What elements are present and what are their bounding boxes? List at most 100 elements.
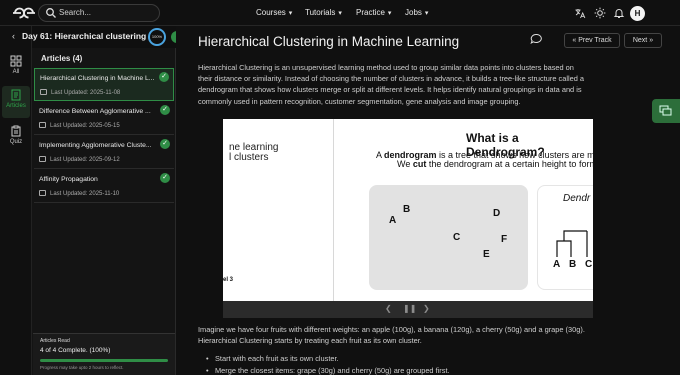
- nav-jobs[interactable]: Jobs ▾: [405, 8, 428, 17]
- chat-float-button[interactable]: [652, 99, 680, 123]
- article-updated: Last Updated: 2025-11-10: [39, 190, 119, 197]
- slide-divider: [333, 119, 334, 301]
- text-line: their distance or similarity. Instead of…: [198, 74, 585, 84]
- calendar-icon: [39, 122, 46, 128]
- article-item-3[interactable]: Implementing Agglomerative Cluste... Las…: [34, 136, 174, 169]
- point-label: F: [501, 234, 508, 245]
- bell-icon[interactable]: [613, 7, 625, 19]
- quiz-icon: [11, 125, 21, 137]
- example-paragraph: Imagine we have four fruits with differe…: [198, 324, 596, 346]
- slide-cut-definition: We cut the dendrogram at a certain heigh…: [397, 159, 593, 169]
- rail-item-all[interactable]: All: [2, 52, 30, 84]
- chevron-down-icon: ▾: [338, 10, 342, 17]
- slide-controls: ❮ ❚❚ ❯: [223, 301, 593, 318]
- logo-icon[interactable]: [12, 5, 36, 21]
- steps-list: Start with each fruit as its own cluster…: [206, 354, 586, 375]
- progress-ring: 100%: [148, 28, 166, 46]
- articles-read-box: Articles Read 4 of 4 Complete. (100%) Pr…: [33, 333, 175, 375]
- article-item-2[interactable]: Difference Between Agglomerative ... Las…: [34, 102, 174, 135]
- nav-practice[interactable]: Practice ▾: [356, 8, 391, 17]
- def2-bold: cut: [412, 159, 427, 169]
- article-updated-text: Last Updated: 2025-09-12: [50, 157, 120, 163]
- search-icon: [46, 8, 56, 18]
- slide-left-line: l clusters: [229, 152, 269, 163]
- check-icon: ✓: [160, 105, 170, 115]
- def2-prefix: We: [397, 159, 413, 169]
- text-line: commonly used in pattern recognition, cu…: [198, 96, 521, 106]
- def-prefix: A: [376, 150, 385, 160]
- articles-read-count: 4 of 4 Complete. (100%): [40, 347, 111, 354]
- search-placeholder: Search...: [59, 8, 92, 17]
- prev-track-label: Prev Track: [578, 37, 612, 44]
- point-label: A: [389, 215, 397, 226]
- icon-rail: All Articles Quiz: [0, 26, 32, 375]
- leaf-label: C: [585, 259, 593, 270]
- def2-rest: the dendrogram at a certain height to fo…: [426, 159, 593, 169]
- leaf-label: B: [569, 259, 577, 270]
- rail-item-quiz[interactable]: Quiz: [2, 122, 30, 154]
- text-line: Hierarchical Clustering starts by treati…: [198, 336, 422, 346]
- double-chevron-left-icon: «: [572, 37, 577, 44]
- calendar-icon: [40, 89, 47, 95]
- article-item-1[interactable]: Hierarchical Clustering in Machine L... …: [34, 68, 174, 101]
- nav-practice-label: Practice: [356, 8, 385, 17]
- next-label: Next: [632, 37, 648, 44]
- comment-icon[interactable]: [530, 33, 543, 45]
- article-item-4[interactable]: Affinity Propagation Last Updated: 2025-…: [34, 170, 174, 203]
- article-title: Difference Between Agglomerative ...: [39, 108, 151, 115]
- article-updated-text: Last Updated: 2025-05-15: [50, 123, 120, 129]
- point-label: B: [403, 204, 411, 215]
- day-title: Day 61: Hierarchical clustering: [22, 31, 147, 41]
- calendar-icon: [39, 156, 46, 162]
- point-label: C: [453, 232, 461, 243]
- article-updated: Last Updated: 2025-09-12: [39, 156, 120, 163]
- check-icon: ✓: [159, 72, 169, 82]
- top-bar: Search... Courses ▾ Tutorials ▾ Practice ▾ …: [0, 0, 680, 26]
- article-icon: [11, 89, 21, 101]
- chevron-down-icon: ▾: [288, 10, 293, 17]
- intro-paragraph: Hierarchical Clustering is an unsupervis…: [198, 62, 596, 107]
- articles-read-note: Progress may take upto 2 hours to reflec…: [40, 365, 124, 370]
- article-title: Implementing Agglomerative Cluste...: [39, 142, 152, 149]
- nav-tutorials-label: Tutorials: [305, 8, 336, 17]
- article-updated: Last Updated: 2025-11-08: [40, 89, 120, 96]
- dendrogram-lines: [556, 230, 588, 257]
- next-slide-icon[interactable]: ❯: [423, 304, 430, 313]
- articles-read-label: Articles Read: [40, 338, 70, 344]
- back-arrow-icon[interactable]: ‹: [12, 31, 15, 41]
- chevron-down-icon: ▾: [387, 10, 392, 17]
- article-updated: Last Updated: 2025-05-15: [39, 122, 120, 129]
- calendar-icon: [39, 190, 46, 196]
- dendrogram-slide[interactable]: ne learning l clusters el 3 What is a De…: [223, 119, 593, 318]
- nav-jobs-label: Jobs: [405, 8, 422, 17]
- double-chevron-right-icon: »: [649, 37, 654, 44]
- nav-tutorials[interactable]: Tutorials ▾: [305, 8, 342, 17]
- avatar[interactable]: H: [630, 6, 645, 21]
- leaf-label: A: [553, 259, 561, 270]
- translate-icon[interactable]: [574, 7, 586, 19]
- slide-level-label: el 3: [223, 277, 234, 283]
- list-item: Start with each fruit as its own cluster…: [206, 354, 586, 366]
- dendrogram-title: Dendr: [563, 193, 591, 204]
- article-updated-text: Last Updated: 2025-11-08: [51, 90, 121, 96]
- pause-icon[interactable]: ❚❚: [403, 304, 416, 313]
- rail-item-articles[interactable]: Articles: [2, 86, 30, 118]
- sun-icon[interactable]: [594, 7, 606, 19]
- text-line: dendrogram that shows how clusters merge…: [198, 85, 582, 95]
- prev-slide-icon[interactable]: ❮: [385, 304, 392, 313]
- list-item: Merge the closest items: grape (30g) and…: [206, 366, 586, 375]
- nav-courses[interactable]: Courses ▾: [256, 8, 292, 17]
- article-title: Hierarchical Clustering in Machine L...: [40, 75, 155, 82]
- prev-track-button[interactable]: « Prev Track: [564, 33, 620, 48]
- articles-read-progress-bar: [40, 359, 168, 362]
- article-title: Affinity Propagation: [39, 176, 98, 183]
- chat-icon: [659, 105, 672, 116]
- search-bar[interactable]: Search...: [38, 4, 160, 22]
- chevron-down-icon: ▾: [424, 10, 429, 17]
- article-heading: Hierarchical Clustering in Machine Learn…: [198, 34, 460, 49]
- text-line: Imagine we have four fruits with differe…: [198, 325, 585, 334]
- point-label: E: [483, 249, 490, 260]
- rail-label-articles: Articles: [6, 103, 26, 109]
- next-button[interactable]: Next »: [624, 33, 662, 48]
- article-updated-text: Last Updated: 2025-11-10: [50, 191, 120, 197]
